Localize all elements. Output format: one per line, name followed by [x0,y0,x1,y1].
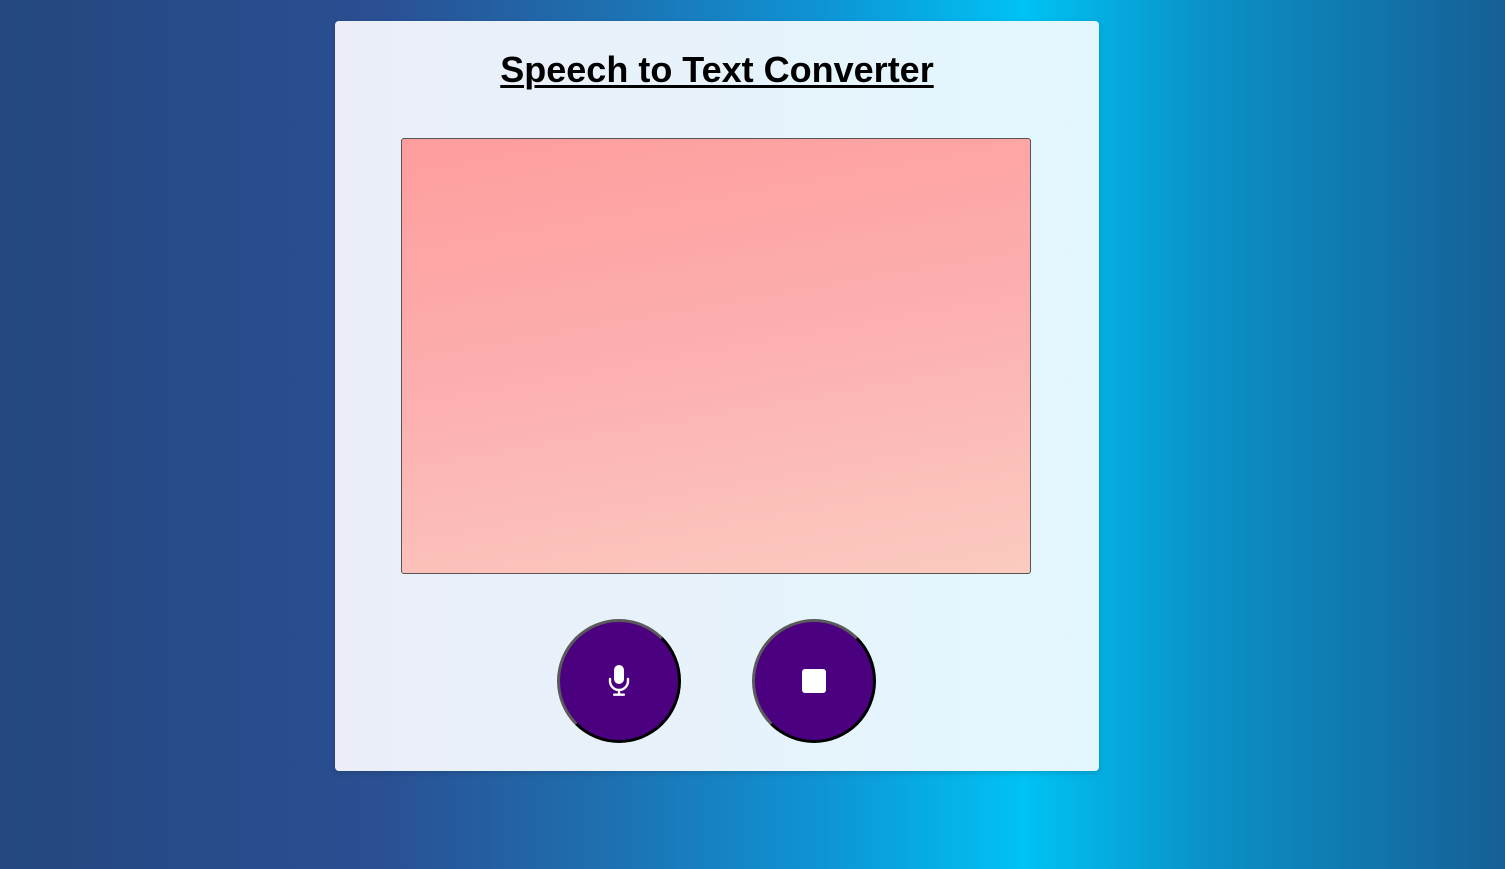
microphone-icon [607,664,631,698]
converter-card: Speech to Text Converter [335,21,1099,771]
start-recording-button[interactable] [557,619,681,743]
stop-recording-button[interactable] [752,619,876,743]
transcript-textarea[interactable] [401,138,1031,574]
stop-icon [802,669,826,693]
page-title: Speech to Text Converter [500,49,934,90]
